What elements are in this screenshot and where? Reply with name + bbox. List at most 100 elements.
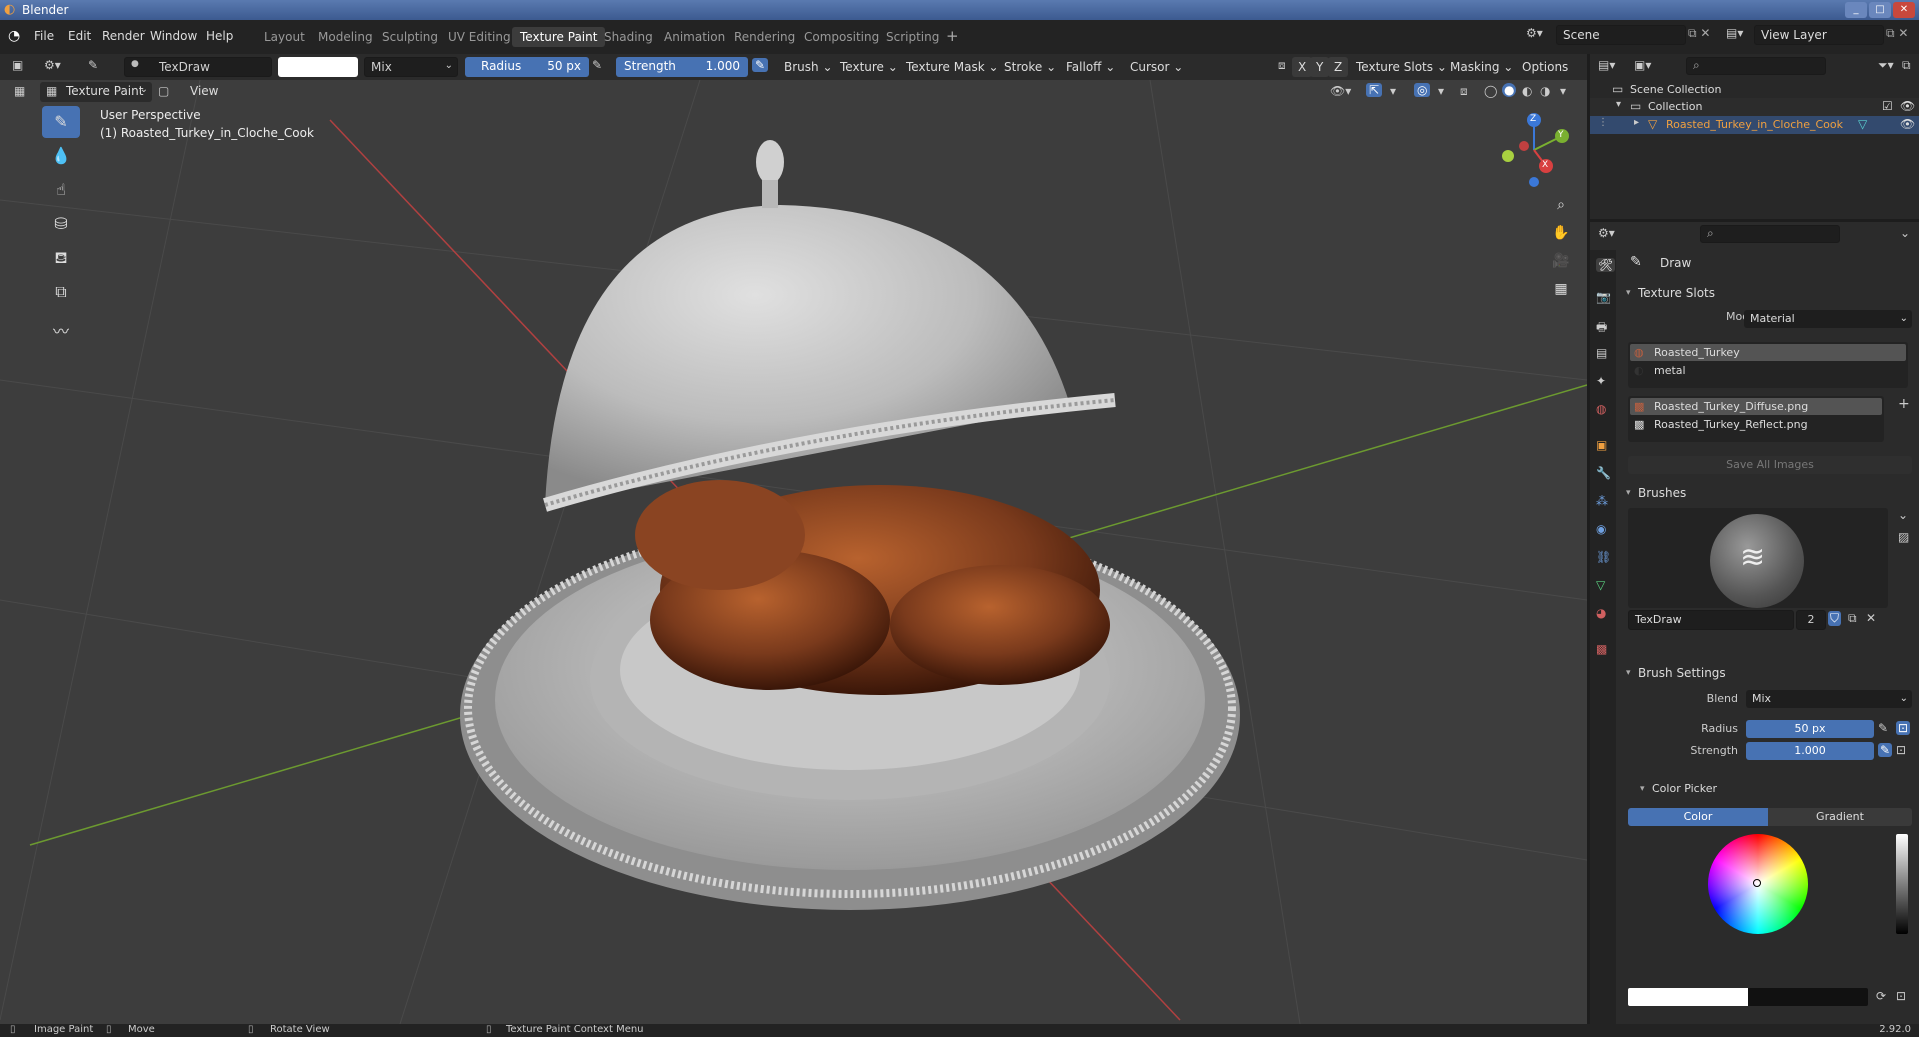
image-slot-diffuse[interactable]: ▩ Roasted_Turkey_Diffuse.png (1630, 398, 1882, 415)
color-tab[interactable]: Color (1628, 808, 1768, 826)
tab-compositing[interactable]: Compositing (796, 27, 887, 47)
new-collection-icon[interactable]: ⧉ (1902, 58, 1911, 73)
menu-options[interactable]: Options ⌄ (1516, 57, 1587, 94)
blend-dropdown[interactable]: Mix ⌄ (1746, 690, 1912, 708)
gizmo-toggle-icon[interactable]: ⇱ (1366, 83, 1383, 97)
rendered-shading-icon[interactable]: ◑ (1540, 84, 1550, 98)
scene-selector-icon[interactable]: ⚙▾ (1526, 26, 1543, 40)
annotate-tool-icon[interactable]: 〰 (42, 316, 80, 348)
strength-pressure-icon[interactable]: ✎ (1878, 743, 1893, 757)
navigation-gizmo[interactable]: Z Y X (1494, 110, 1574, 190)
swap-colors-icon[interactable]: ⟳ (1876, 989, 1886, 1003)
tab-uv-editing[interactable]: UV Editing (440, 27, 519, 47)
material-shading-icon[interactable]: ◐ (1522, 84, 1532, 98)
mirror-z-toggle[interactable]: Z (1328, 57, 1349, 77)
tool-tab-icon[interactable]: 🛠 (1596, 258, 1616, 272)
color-picker-header[interactable]: Color Picker (1652, 782, 1717, 795)
save-all-images-button[interactable]: Save All Images (1628, 456, 1912, 474)
scene-tab-icon[interactable]: ✦ (1596, 374, 1606, 388)
shading-dropdown-icon[interactable]: ▾ (1560, 84, 1566, 98)
tab-texture-paint[interactable]: Texture Paint (512, 27, 606, 47)
outliner-editor-type-icon[interactable]: ▤▾ (1598, 58, 1615, 72)
constraints-tab-icon[interactable]: ⛓ (1596, 550, 1611, 564)
brush-users-count[interactable]: 2 (1796, 610, 1826, 630)
material-tab-icon[interactable]: ◕ (1596, 606, 1606, 620)
pan-hand-icon[interactable]: ✋ (1548, 220, 1574, 246)
menu-stroke[interactable]: Stroke ⌄ (998, 57, 1062, 77)
radius-unit-icon[interactable]: ⊡ (1896, 721, 1911, 735)
color-wheel-cursor[interactable] (1753, 879, 1761, 887)
editor-type-icon[interactable]: ▣ (12, 58, 23, 72)
uv-editor-toggle-icon[interactable]: ▦ (14, 84, 25, 98)
chevron-down-icon[interactable]: ▾ (1626, 288, 1631, 298)
xray-icon[interactable]: ⧈ (1460, 84, 1468, 99)
particles-tab-icon[interactable]: ⁂ (1596, 494, 1608, 508)
overlays-dropdown-icon[interactable]: ▾ (1438, 84, 1444, 98)
outliner-row-collection[interactable]: ▾ ▭ Collection ☑ 👁 (1590, 98, 1919, 116)
gradient-tab[interactable]: Gradient (1768, 808, 1912, 826)
minimize-button[interactable]: _ (1845, 2, 1867, 18)
color-unit-icon[interactable]: ⊡ (1896, 989, 1906, 1003)
tab-scripting[interactable]: Scripting (878, 27, 947, 47)
material-slot-roasted-turkey[interactable]: ◍ Roasted_Turkey (1630, 344, 1906, 361)
tab-shading[interactable]: Shading (596, 27, 661, 47)
brush-preview-box[interactable]: ≋ (1628, 508, 1888, 608)
strength-pressure-icon[interactable]: ✎ (752, 58, 769, 72)
brush-color-swatch[interactable] (278, 57, 358, 77)
blend-mode-dropdown[interactable]: Mix ⌄ (364, 57, 458, 77)
brush-settings-header[interactable]: Brush Settings (1638, 666, 1726, 680)
properties-editor-type-icon[interactable]: ⚙▾ (1598, 226, 1615, 240)
chevron-down-icon[interactable]: ▾ (1616, 99, 1621, 110)
outliner-row-object[interactable]: ⋮ ▸ ▽ Roasted_Turkey_in_Cloche_Cook ▽ 👁 (1590, 116, 1919, 134)
texture-tab-icon[interactable]: ▩ (1596, 642, 1607, 656)
object-tab-icon[interactable]: ▣ (1596, 438, 1607, 452)
camera-icon[interactable]: 🎥 (1548, 248, 1574, 274)
filter-icon[interactable]: ⏷▾ (1878, 58, 1894, 73)
menu-texture[interactable]: Texture ⌄ (834, 57, 904, 77)
maximize-button[interactable]: □ (1869, 2, 1891, 18)
ortho-grid-icon[interactable]: ▦ (1548, 276, 1574, 302)
menu-view[interactable]: View (190, 84, 218, 98)
chevron-down-icon[interactable]: ▾ (1640, 784, 1645, 794)
strength-unit-icon[interactable]: ⊡ (1896, 743, 1906, 757)
overlays-icon[interactable]: ◎ (1414, 83, 1431, 97)
gizmo-dropdown-icon[interactable]: ▾ (1390, 84, 1396, 98)
strength-slider[interactable]: Strength 1.000 (616, 57, 748, 77)
add-texture-slot-button[interactable]: + (1898, 396, 1910, 412)
view-layer-icon[interactable]: ▤▾ (1726, 26, 1743, 40)
output-tab-icon[interactable]: 🖶 (1596, 318, 1607, 339)
chevron-down-icon[interactable]: ⌄ (1900, 226, 1910, 240)
mode-dropdown[interactable]: Material ⌄ (1744, 310, 1912, 328)
eye-icon[interactable]: 👁 (1900, 99, 1915, 113)
brush-name-field[interactable]: ● TexDraw (124, 57, 272, 77)
radius-pressure-icon[interactable]: ✎ (592, 58, 602, 72)
menu-cursor[interactable]: Cursor ⌄ (1124, 57, 1189, 77)
draw-tool-icon[interactable]: ✎ (42, 106, 80, 138)
add-workspace-icon[interactable]: + (946, 27, 959, 45)
fake-user-shield-icon[interactable]: ⛉ (1828, 611, 1842, 626)
scene-collection-label[interactable]: Scene Collection (1630, 83, 1721, 96)
tab-animation[interactable]: Animation (656, 27, 733, 47)
mirror-y-toggle[interactable]: Y (1310, 57, 1330, 77)
view-layer-field[interactable]: View Layer (1754, 25, 1884, 45)
smear-tool-icon[interactable]: ☝ (42, 174, 80, 206)
scene-name-field[interactable]: Scene (1556, 25, 1686, 45)
clone-tool-icon[interactable]: ⛁ (42, 208, 80, 240)
exclude-checkbox[interactable]: ☑ (1882, 99, 1893, 113)
color-swatch-bar[interactable] (1628, 988, 1868, 1006)
tab-modeling[interactable]: Modeling (310, 27, 381, 47)
tab-sculpting[interactable]: Sculpting (374, 27, 446, 47)
tool-settings-icon[interactable]: ⚙▾ (44, 58, 61, 72)
menu-edit[interactable]: Edit (68, 29, 91, 43)
chevron-down-icon[interactable]: ▾ (1626, 668, 1631, 678)
menu-file[interactable]: File (34, 29, 54, 43)
visibility-icon[interactable]: 👁▾ (1330, 84, 1351, 98)
duplicate-brush-icon[interactable]: ⧉ (1848, 611, 1857, 626)
menu-render[interactable]: Render (102, 29, 145, 43)
color-wheel[interactable] (1708, 834, 1808, 934)
paint-mask-icon[interactable]: ▢ (158, 84, 169, 98)
menu-falloff[interactable]: Falloff ⌄ (1060, 57, 1121, 77)
view-layer-tab-icon[interactable]: ▤ (1596, 346, 1607, 360)
world-tab-icon[interactable]: ◍ (1596, 402, 1606, 416)
menu-texture-mask[interactable]: Texture Mask ⌄ (900, 57, 1005, 77)
